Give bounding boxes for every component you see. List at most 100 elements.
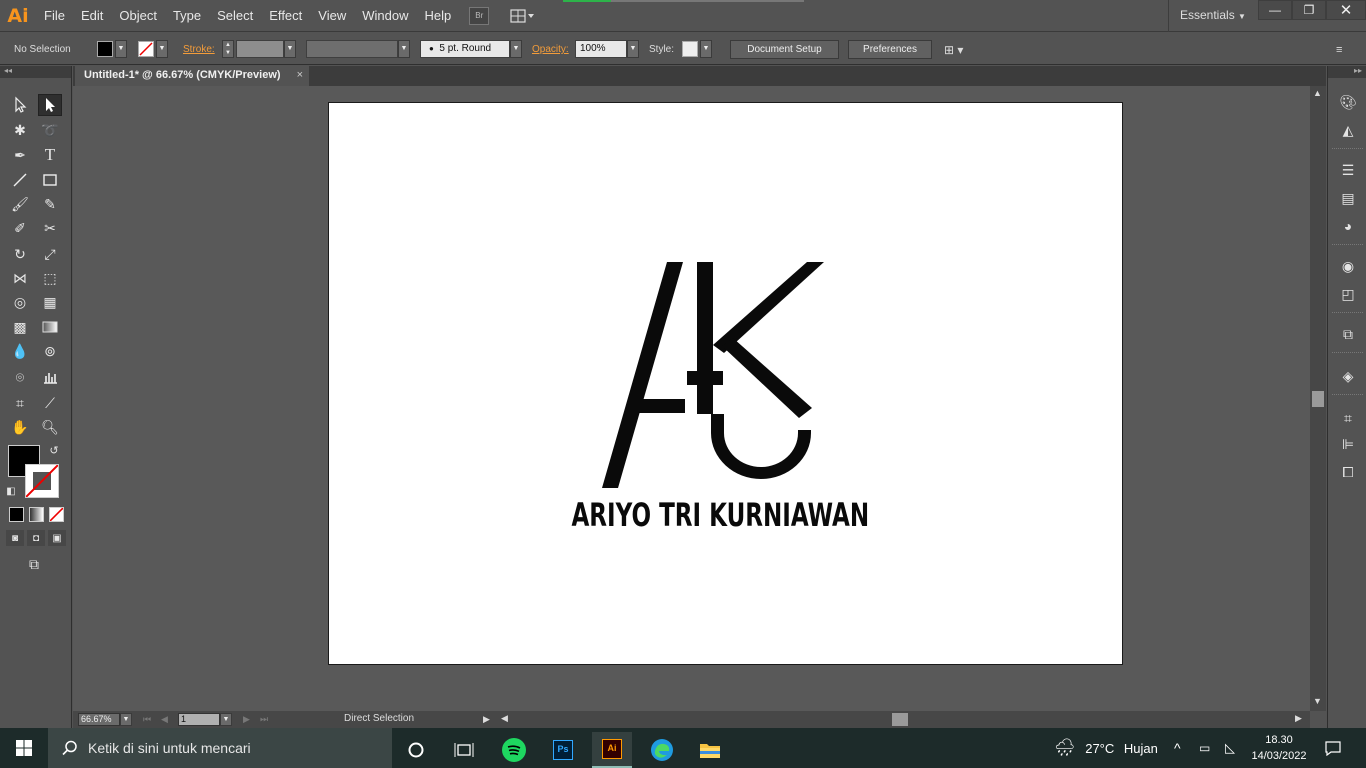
pathfinder-panel-icon[interactable]: ⧠: [1337, 462, 1359, 482]
stroke-dropdown[interactable]: ▼: [156, 40, 168, 58]
document-tab[interactable]: Untitled-1* @ 66.67% (CMYK/Preview) ×: [75, 66, 309, 86]
symbol-sprayer-tool-icon[interactable]: ⌾: [8, 366, 32, 388]
draw-normal-icon[interactable]: ◙: [6, 530, 24, 546]
layers-panel-icon[interactable]: ◈: [1337, 366, 1359, 386]
menu-effect[interactable]: Effect: [261, 0, 310, 32]
graph-tool-icon[interactable]: [38, 366, 62, 388]
menu-window[interactable]: Window: [354, 0, 416, 32]
status-menu-icon[interactable]: ▶: [483, 714, 490, 725]
none-mode-button[interactable]: [49, 507, 64, 522]
zoom-tool-icon[interactable]: 🔍︎: [38, 416, 62, 438]
arrange-icon[interactable]: ⊞ ▾: [944, 41, 963, 59]
paintbrush-tool-icon[interactable]: 🖌: [8, 193, 32, 215]
menu-type[interactable]: Type: [165, 0, 209, 32]
default-colors-icon[interactable]: ◧: [4, 484, 18, 498]
menu-view[interactable]: View: [310, 0, 354, 32]
weather-widget[interactable]: 🌧︎ 27°C Hujan: [1054, 728, 1158, 768]
stroke-weight-dropdown[interactable]: ▼: [284, 40, 296, 58]
align-panel-icon[interactable]: ⊫: [1337, 434, 1359, 454]
opacity-dropdown[interactable]: ▼: [627, 40, 639, 58]
stroke-swatch[interactable]: [138, 41, 154, 57]
menu-help[interactable]: Help: [416, 0, 459, 32]
variable-width-dropdown[interactable]: ▼: [398, 40, 410, 58]
opacity-label[interactable]: Opacity:: [532, 41, 569, 59]
next-artboard-icon[interactable]: ▶: [243, 714, 250, 725]
bridge-button[interactable]: Br: [469, 6, 490, 25]
scroll-down-icon[interactable]: ▼: [1313, 696, 1322, 706]
scissors-tool-icon[interactable]: ✂: [38, 217, 62, 239]
type-tool-icon[interactable]: T: [38, 144, 62, 166]
stroke-color-box[interactable]: [25, 464, 59, 498]
brush-dropdown[interactable]: ▼: [510, 40, 522, 58]
file-explorer-icon[interactable]: [690, 732, 730, 768]
document-setup-button[interactable]: Document Setup: [730, 40, 839, 59]
color-panel-icon[interactable]: 🎨︎: [1337, 92, 1359, 112]
gradient-panel-icon[interactable]: ▤: [1337, 188, 1359, 208]
menu-edit[interactable]: Edit: [73, 0, 111, 32]
vertical-scroll-thumb[interactable]: [1312, 391, 1324, 407]
artboard-number-field[interactable]: 1: [178, 713, 220, 726]
zoom-dropdown[interactable]: ▼: [120, 713, 132, 726]
artboard-tool-icon[interactable]: ⌗: [8, 392, 32, 414]
gradient-tool-icon[interactable]: [38, 316, 62, 338]
direct-selection-tool-icon[interactable]: [38, 94, 62, 116]
transparency-panel-icon[interactable]: ◕: [1337, 216, 1359, 236]
control-panel-menu-icon[interactable]: ≡: [1336, 41, 1342, 59]
battery-icon[interactable]: ▭: [1199, 728, 1210, 768]
draw-inside-icon[interactable]: ▣: [48, 530, 66, 546]
color-guide-icon[interactable]: ◭: [1337, 120, 1359, 140]
close-tab-icon[interactable]: ×: [297, 66, 303, 85]
scale-tool-icon[interactable]: ⤢: [38, 243, 62, 265]
draw-behind-icon[interactable]: ◘: [27, 530, 45, 546]
rotate-tool-icon[interactable]: ↻: [8, 243, 32, 265]
line-tool-icon[interactable]: [8, 169, 32, 191]
tools-panel-collapse-icon[interactable]: ◂◂: [0, 66, 71, 78]
last-artboard-icon[interactable]: ⏭: [260, 714, 268, 725]
artboard[interactable]: ARIYO TRI KURNIAWAN: [328, 102, 1123, 665]
zoom-field[interactable]: 66.67%: [78, 713, 120, 726]
scroll-right-icon[interactable]: ▶: [1295, 713, 1302, 724]
spotify-icon[interactable]: [494, 732, 534, 768]
graphic-styles-icon[interactable]: ◰: [1337, 284, 1359, 304]
menu-select[interactable]: Select: [209, 0, 261, 32]
pen-tool-icon[interactable]: ✒: [8, 144, 32, 166]
pencil-tool-icon[interactable]: ✎: [38, 193, 62, 215]
color-mode-button[interactable]: [9, 507, 24, 522]
close-icon[interactable]: ✕: [1326, 0, 1366, 20]
network-icon[interactable]: ◺: [1225, 728, 1235, 768]
stroke-panel-icon[interactable]: ☰: [1337, 160, 1359, 180]
horizontal-scrollbar[interactable]: ◀ ▶: [497, 711, 1310, 728]
vertical-scrollbar[interactable]: ▲ ▼: [1310, 86, 1326, 711]
swap-colors-icon[interactable]: ↺: [46, 442, 62, 458]
logo-wordmark[interactable]: ARIYO TRI KURNIAWAN: [435, 496, 1006, 534]
selection-tool-icon[interactable]: [8, 94, 32, 116]
first-artboard-icon[interactable]: ⏮: [143, 714, 151, 725]
lasso-tool-icon[interactable]: ➰: [38, 119, 62, 141]
stroke-stepper[interactable]: ▲ ▼: [222, 40, 234, 58]
clock[interactable]: 18.30 14/03/2022: [1249, 728, 1309, 768]
illustrator-icon[interactable]: Ai: [592, 732, 632, 768]
minimize-icon[interactable]: —: [1258, 0, 1292, 20]
eyedropper-tool-icon[interactable]: 💧: [8, 340, 32, 362]
stroke-label[interactable]: Stroke:: [183, 41, 215, 59]
horizontal-scroll-thumb[interactable]: [892, 713, 908, 726]
brush-definition[interactable]: ● 5 pt. Round: [420, 40, 510, 58]
rectangle-tool-icon[interactable]: [38, 169, 62, 191]
menu-object[interactable]: Object: [111, 0, 165, 32]
perspective-grid-tool-icon[interactable]: ▦: [38, 291, 62, 313]
variable-width-profile[interactable]: [306, 40, 398, 58]
logo-mark[interactable]: [329, 103, 1124, 666]
task-view-icon[interactable]: [444, 732, 484, 768]
shape-builder-tool-icon[interactable]: ◎: [8, 291, 32, 313]
magic-wand-tool-icon[interactable]: ✱: [8, 119, 32, 141]
opacity-field[interactable]: 100%: [575, 40, 627, 58]
blob-brush-tool-icon[interactable]: ✐: [8, 217, 32, 239]
hand-tool-icon[interactable]: ✋: [8, 416, 32, 438]
screen-mode-icon[interactable]: ⧉: [22, 553, 46, 575]
gradient-mode-button[interactable]: [29, 507, 44, 522]
free-transform-tool-icon[interactable]: ⬚: [38, 267, 62, 289]
artboards-panel-icon[interactable]: ⧉: [1337, 324, 1359, 344]
photoshop-icon[interactable]: Ps: [543, 732, 583, 768]
canvas[interactable]: ARIYO TRI KURNIAWAN: [73, 86, 1310, 711]
style-dropdown[interactable]: ▼: [700, 40, 712, 58]
